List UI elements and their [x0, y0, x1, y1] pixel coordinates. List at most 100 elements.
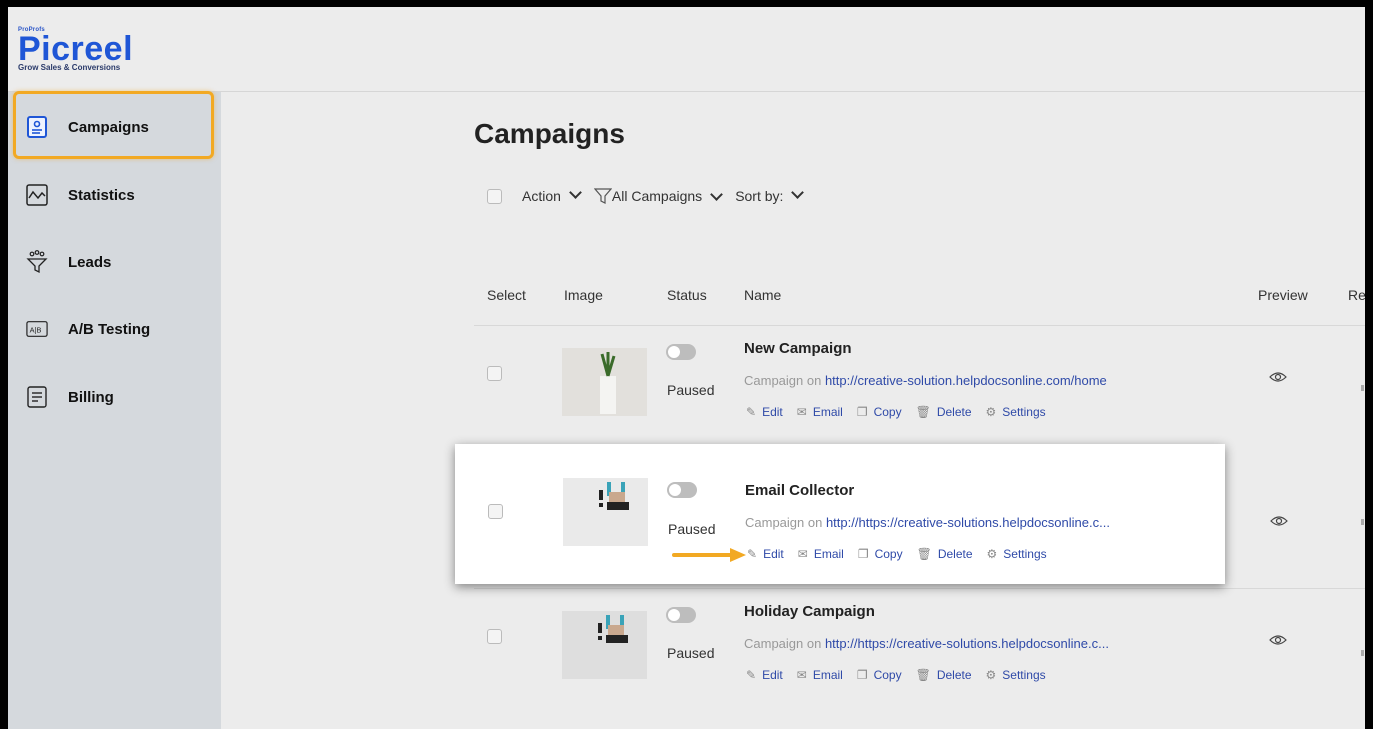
chevron-down-icon	[791, 186, 805, 199]
reports-column-edge	[1361, 650, 1364, 656]
email-link[interactable]: Email	[813, 405, 843, 419]
filter-icon	[593, 188, 612, 204]
edit-link[interactable]: Edit	[762, 668, 783, 682]
campaign-url[interactable]: http://https://creative-solutions.helpdo…	[826, 515, 1110, 530]
sidebar-item-statistics[interactable]: Statistics	[8, 170, 221, 220]
page-title: Campaigns	[474, 118, 625, 149]
sidebar-item-label: Leads	[68, 253, 112, 271]
gear-icon: ⚙	[985, 405, 997, 419]
logo-tagline: Grow Sales & Conversions	[18, 63, 121, 72]
campaign-toolbar: Action All Campaigns Sort by:	[487, 186, 805, 204]
sidebar-item-billing[interactable]: Billing	[8, 372, 221, 422]
filter-label: All Campaigns	[611, 188, 703, 204]
header-image: Image	[564, 287, 603, 303]
pencil-icon: ✎	[746, 668, 757, 682]
sidebar-item-label: A/B Testing	[68, 320, 151, 338]
copy-link[interactable]: Copy	[875, 547, 903, 561]
reports-column-edge	[1361, 385, 1364, 391]
campaign-name[interactable]: New Campaign	[744, 340, 852, 357]
row-checkbox[interactable]	[488, 504, 503, 519]
trash-icon: 🗑	[915, 668, 931, 682]
table-header: Select Image Status Name Preview Rep	[474, 267, 1365, 325]
campaign-url[interactable]: http://creative-solution.helpdocsonline.…	[825, 373, 1107, 388]
billing-icon	[26, 386, 48, 408]
top-bar: ProProfs Picreel Grow Sales & Conversion…	[8, 7, 1365, 92]
settings-link[interactable]: Settings	[1002, 405, 1045, 419]
desc-prefix: Campaign on	[744, 636, 822, 651]
action-dropdown[interactable]: Action	[522, 186, 582, 204]
email-link[interactable]: Email	[813, 668, 843, 682]
ab-testing-icon: A|B	[26, 318, 48, 340]
reports-column-edge	[1361, 519, 1364, 525]
header-name: Name	[744, 287, 782, 303]
campaign-description: Campaign on http://https://creative-solu…	[744, 636, 1109, 651]
email-link[interactable]: Email	[814, 547, 844, 561]
chevron-down-icon	[710, 187, 724, 201]
edit-link[interactable]: Edit	[763, 547, 784, 561]
gear-icon: ⚙	[986, 547, 998, 561]
campaign-thumbnail	[562, 348, 647, 416]
sidebar-item-leads[interactable]: Leads	[8, 237, 221, 287]
trash-icon: 🗑	[916, 547, 932, 561]
campaigns-highlight-box	[13, 91, 214, 159]
sort-dropdown[interactable]: Sort by:	[735, 186, 805, 204]
envelope-icon: ✉	[796, 668, 807, 682]
envelope-icon: ✉	[797, 547, 808, 561]
header-status: Status	[667, 287, 707, 303]
picreel-logo[interactable]: ProProfs Picreel Grow Sales & Conversion…	[18, 27, 133, 72]
settings-link[interactable]: Settings	[1003, 547, 1046, 561]
sidebar-item-label: Statistics	[68, 186, 135, 204]
row-actions: ✎ Edit ✉ Email ❐ Copy 🗑 Delete ⚙ Settings	[746, 668, 1060, 682]
sidebar-item-ab-testing[interactable]: A|B A/B Testing	[8, 304, 221, 354]
status-toggle[interactable]	[666, 607, 696, 623]
envelope-icon: ✉	[796, 405, 807, 419]
highlighted-row-email-collector[interactable]: Paused Email Collector Campaign on http:…	[455, 444, 1288, 584]
table-row[interactable]: Paused New Campaign Campaign on http://c…	[474, 325, 1365, 456]
delete-link[interactable]: Delete	[938, 547, 973, 561]
campaign-name[interactable]: Holiday Campaign	[744, 603, 875, 620]
svg-text:A|B: A|B	[30, 326, 42, 335]
campaign-description: Campaign on http://creative-solution.hel…	[744, 373, 1107, 388]
sidebar: Campaigns Statistics Leads A|B A/B Testi…	[8, 92, 221, 729]
edit-link[interactable]: Edit	[762, 405, 783, 419]
campaign-description: Campaign on http://https://creative-solu…	[745, 515, 1110, 530]
status-text: Paused	[667, 382, 715, 398]
action-label: Action	[522, 188, 561, 204]
gear-icon: ⚙	[985, 668, 997, 682]
delete-link[interactable]: Delete	[937, 405, 972, 419]
pencil-icon: ✎	[747, 547, 758, 561]
app-window: ProProfs Picreel Grow Sales & Conversion…	[8, 7, 1365, 729]
row-checkbox[interactable]	[487, 629, 502, 644]
delete-link[interactable]: Delete	[937, 668, 972, 682]
pointer-arrow-icon	[672, 548, 746, 562]
logo-name: Picreel	[18, 30, 134, 68]
status-text: Paused	[668, 521, 716, 537]
eye-icon[interactable]	[1270, 514, 1288, 532]
campaign-url[interactable]: http://https://creative-solutions.helpdo…	[825, 636, 1109, 651]
sidebar-item-label: Billing	[68, 388, 114, 406]
row-actions: ✎ Edit ✉ Email ❐ Copy 🗑 Delete ⚙ Settings	[746, 405, 1060, 419]
copy-icon: ❐	[856, 668, 868, 682]
row-checkbox[interactable]	[487, 366, 502, 381]
copy-icon: ❐	[857, 547, 869, 561]
campaign-thumbnail	[563, 478, 648, 546]
status-text: Paused	[667, 645, 715, 661]
pencil-icon: ✎	[746, 405, 757, 419]
status-toggle[interactable]	[666, 344, 696, 360]
copy-icon: ❐	[856, 405, 868, 419]
status-toggle[interactable]	[667, 482, 697, 498]
select-all-checkbox[interactable]	[487, 188, 502, 204]
eye-icon[interactable]	[1269, 633, 1287, 651]
copy-link[interactable]: Copy	[874, 668, 902, 682]
chevron-down-icon	[569, 186, 582, 199]
settings-link[interactable]: Settings	[1002, 668, 1045, 682]
desc-prefix: Campaign on	[745, 515, 823, 530]
trash-icon: 🗑	[915, 405, 931, 419]
copy-link[interactable]: Copy	[874, 405, 902, 419]
row-actions: ✎ Edit ✉ Email ❐ Copy 🗑 Delete ⚙ Settings	[747, 547, 1061, 561]
eye-icon[interactable]	[1269, 370, 1287, 388]
statistics-icon	[26, 184, 48, 206]
table-row[interactable]: Paused Holiday Campaign Campaign on http…	[474, 588, 1365, 729]
campaign-name[interactable]: Email Collector	[745, 482, 854, 499]
filter-dropdown[interactable]: All Campaigns	[593, 187, 724, 204]
